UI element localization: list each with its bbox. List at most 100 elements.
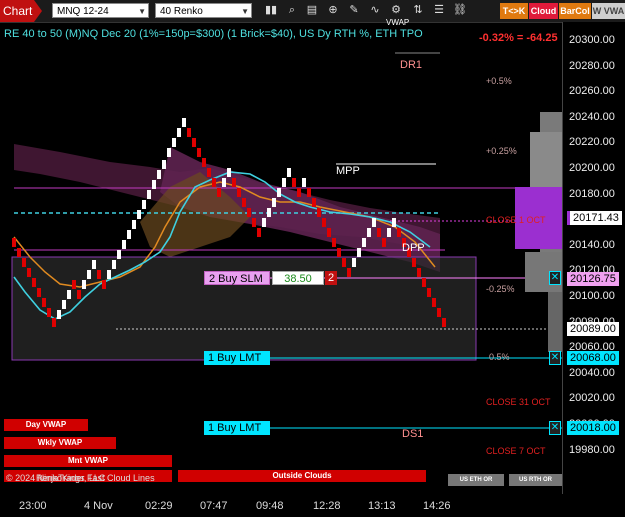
- renko-brick-up: [302, 178, 306, 187]
- buy-slm-price[interactable]: 38.50: [272, 271, 324, 285]
- renko-brick-down: [27, 268, 31, 277]
- renko-brick-down: [347, 268, 351, 277]
- renko-brick-up: [227, 168, 231, 177]
- renko-brick-down: [322, 218, 326, 227]
- renko-brick-up: [172, 138, 176, 147]
- strategies-icon[interactable]: ⚙: [388, 3, 404, 18]
- renko-brick-up: [277, 188, 281, 197]
- renko-brick-down: [72, 280, 76, 289]
- renko-brick-down: [432, 298, 436, 307]
- time-axis[interactable]: 23:00 4 Nov 02:29 07:47 09:48 12:28 13:1…: [0, 494, 562, 517]
- renko-brick-up: [127, 230, 131, 239]
- renko-brick-up: [222, 178, 226, 187]
- price-axis-label: 19980.00: [569, 443, 615, 456]
- vwap-button[interactable]: W VWA: [592, 3, 625, 19]
- mnt-vwap-box: Mnt VWAP: [4, 455, 172, 467]
- ds1-label: DS1: [402, 428, 424, 440]
- renko-brick-down: [297, 188, 301, 197]
- time-label: 13:13: [368, 500, 396, 512]
- renko-brick-up: [147, 190, 151, 199]
- renko-brick-up: [262, 218, 266, 227]
- renko-brick-down: [317, 208, 321, 217]
- renko-brick-up: [367, 228, 371, 237]
- buy-slm-order[interactable]: 2 Buy SLM: [204, 271, 270, 285]
- renko-brick-up: [137, 210, 141, 219]
- mpp-label: MPP: [336, 165, 360, 177]
- renko-brick-down: [197, 148, 201, 157]
- renko-brick-up: [87, 270, 91, 279]
- renko-brick-up: [122, 240, 126, 249]
- renko-brick-down: [217, 188, 221, 197]
- chart-trader-icon[interactable]: ⇅: [410, 3, 426, 18]
- renko-brick-down: [312, 198, 316, 207]
- time-label: 12:28: [313, 500, 341, 512]
- close-order-icon[interactable]: ✕: [549, 351, 561, 365]
- renko-brick-up: [157, 170, 161, 179]
- dr1-label: DR1: [400, 59, 423, 71]
- cloud-button[interactable]: Cloud: [529, 3, 558, 19]
- price-axis-label: 20300.00: [569, 34, 615, 46]
- price-axis-label: 20260.00: [569, 85, 615, 98]
- renko-brick-up: [267, 208, 271, 217]
- renko-brick-up: [92, 260, 96, 269]
- close-order-icon[interactable]: ✕: [549, 271, 561, 285]
- crosshair-icon[interactable]: ⊕: [325, 3, 341, 18]
- renko-brick-down: [412, 258, 416, 267]
- buy-lmt-order[interactable]: 1 Buy LMT: [204, 351, 270, 365]
- bar-type-selector[interactable]: 40 Renko ▼: [155, 3, 252, 18]
- time-label: 02:29: [145, 500, 173, 512]
- renko-brick-up: [167, 148, 171, 157]
- price-axis-label: 20100.00: [569, 290, 615, 302]
- dpp-label: DPP: [402, 242, 425, 254]
- renko-brick-down: [202, 158, 206, 167]
- close-label: CLOSE 31 OCT: [486, 397, 551, 407]
- wkly-vwap-box: Wkly VWAP: [4, 437, 116, 449]
- renko-brick-down: [382, 238, 386, 247]
- close-label: CLOSE 1 OCT: [486, 215, 546, 225]
- close-label: CLOSE 7 OCT: [486, 446, 546, 456]
- change-text: -0.32% = -64.25: [479, 32, 558, 44]
- close-order-icon[interactable]: ✕: [549, 421, 561, 435]
- renko-brick-down: [47, 308, 51, 317]
- properties-icon[interactable]: ☰: [431, 3, 447, 18]
- renko-brick-up: [287, 168, 291, 177]
- indicators-icon[interactable]: ∿: [367, 3, 383, 18]
- chart-tab[interactable]: Chart: [0, 0, 42, 22]
- renko-brick-up: [57, 310, 61, 319]
- magnifier-icon[interactable]: ⌕: [284, 3, 300, 18]
- renko-brick-down: [337, 248, 341, 257]
- renko-brick-up: [282, 178, 286, 187]
- renko-brick-down: [32, 278, 36, 287]
- price-axis-label: 20200.00: [569, 162, 615, 174]
- renko-brick-down: [12, 238, 16, 247]
- renko-brick-down: [22, 258, 26, 267]
- renko-brick-up: [132, 220, 136, 229]
- renko-brick-down: [417, 268, 421, 277]
- template-icon[interactable]: ▤: [304, 3, 320, 18]
- renko-brick-down: [97, 270, 101, 279]
- barcol-button[interactable]: BarCol: [559, 3, 591, 19]
- buy-lmt-order[interactable]: 1 Buy LMT: [204, 421, 270, 435]
- chart-panel[interactable]: RE 40 to 50 (M)NQ Dec 20 (1%=150p=$300) …: [0, 18, 562, 494]
- bar-type-value: 40 Renko: [160, 6, 203, 17]
- tk-button[interactable]: T<>K: [500, 3, 528, 19]
- price-axis[interactable]: 20300.00 20280.00 20260.00 20240.00 20220.00…: [562, 22, 625, 494]
- bar-chart-icon[interactable]: ▮▮: [263, 3, 279, 18]
- outside-clouds-box: Outside Clouds: [178, 470, 426, 482]
- renko-brick-up: [352, 258, 356, 267]
- renko-brick-up: [177, 128, 181, 137]
- renko-brick-up: [362, 238, 366, 247]
- price-marker: 20126.75: [567, 272, 619, 286]
- renko-brick-down: [292, 178, 296, 187]
- renko-brick-down: [307, 188, 311, 197]
- chevron-down-icon: ▼: [138, 7, 146, 16]
- renko-brick-down: [17, 248, 21, 257]
- renko-brick-down: [332, 238, 336, 247]
- pencil-icon[interactable]: ✎: [346, 3, 362, 18]
- buy-slm-qty[interactable]: 2: [325, 271, 337, 285]
- time-label: 09:48: [256, 500, 284, 512]
- chart-toolbar: Chart MNQ 12-24 ▼ 40 Renko ▼ ▮▮ ⌕ ▤ ⊕ ✎ …: [0, 0, 625, 23]
- pct-label: 0.5%: [489, 352, 510, 362]
- link-icon[interactable]: ⛓: [452, 3, 468, 18]
- instrument-selector[interactable]: MNQ 12-24 ▼: [52, 3, 149, 18]
